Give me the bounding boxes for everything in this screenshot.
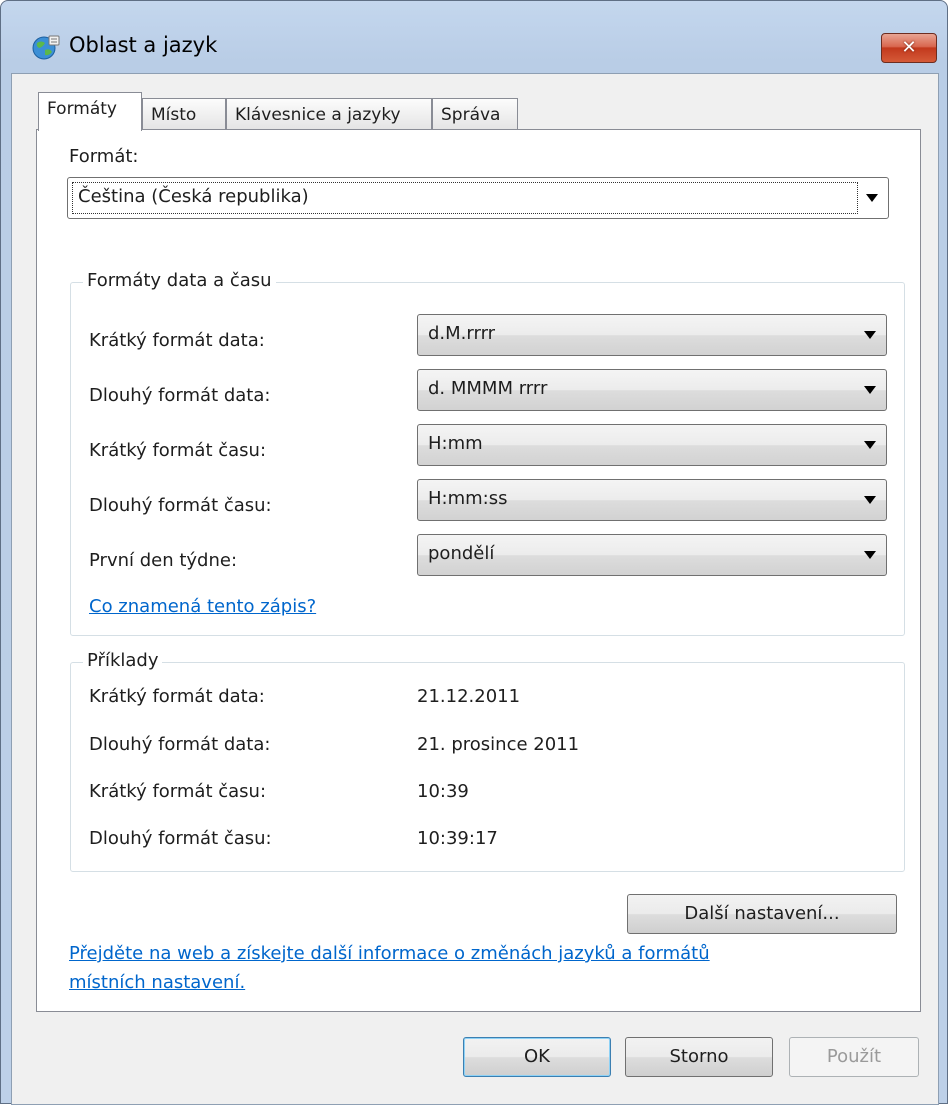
- more-settings-button[interactable]: Další nastavení...: [627, 894, 897, 934]
- web-info-link[interactable]: Přejděte na web a získejte další informa…: [69, 943, 710, 964]
- tab-location[interactable]: Místo: [142, 98, 226, 130]
- long-date-value: d. MMMM rrrr: [428, 378, 548, 399]
- long-time-label: Dlouhý formát času:: [89, 495, 272, 516]
- long-date-label: Dlouhý formát data:: [89, 385, 271, 406]
- short-time-value: H:mm: [428, 433, 483, 454]
- group-title: Formáty data a času: [83, 270, 276, 291]
- chevron-down-icon: [864, 496, 876, 504]
- apply-button[interactable]: Použít: [789, 1037, 919, 1077]
- long-time-select[interactable]: H:mm:ss: [417, 479, 887, 521]
- example-label: Krátký formát data:: [89, 686, 265, 707]
- example-value: 10:39: [417, 781, 469, 802]
- chevron-down-icon: [866, 194, 878, 202]
- dialog-client-area: Formáty Místo Klávesnice a jazyky Správa…: [11, 73, 939, 1105]
- chevron-down-icon: [864, 331, 876, 339]
- long-date-select[interactable]: d. MMMM rrrr: [417, 369, 887, 411]
- tab-label: Správa: [441, 105, 501, 125]
- dialog-window: Oblast a jazyk ✕ Formáty Místo Klávesnic…: [0, 0, 948, 1105]
- example-value: 21. prosince 2011: [417, 734, 580, 755]
- tab-panel-formats: Formát: Čeština (Česká republika) Formát…: [36, 129, 921, 1012]
- close-button[interactable]: ✕: [881, 33, 937, 63]
- format-select-value: Čeština (Česká republika): [78, 186, 309, 207]
- tab-administrative[interactable]: Správa: [432, 98, 518, 130]
- first-day-label: První den týdne:: [89, 550, 238, 571]
- short-time-select[interactable]: H:mm: [417, 424, 887, 466]
- date-time-formats-group: Formáty data a času Krátký formát data: …: [70, 270, 905, 636]
- globe-icon: [32, 35, 60, 60]
- chevron-down-icon: [864, 551, 876, 559]
- close-icon: ✕: [901, 37, 917, 58]
- examples-group: Příklady Krátký formát data: 21.12.2011 …: [70, 650, 905, 872]
- tab-label: Formáty: [47, 99, 117, 119]
- example-label: Krátký formát času:: [89, 781, 267, 802]
- short-date-label: Krátký formát data:: [89, 330, 265, 351]
- first-day-value: pondělí: [428, 543, 495, 564]
- button-label: Další nastavení...: [684, 903, 840, 924]
- button-label: Použít: [826, 1046, 882, 1067]
- short-date-value: d.M.rrrr: [428, 323, 496, 344]
- tab-keyboards[interactable]: Klávesnice a jazyky: [226, 98, 432, 130]
- window-title: Oblast a jazyk: [69, 33, 218, 57]
- example-value: 21.12.2011: [417, 686, 521, 707]
- example-label: Dlouhý formát data:: [89, 734, 271, 755]
- chevron-down-icon: [864, 386, 876, 394]
- long-time-value: H:mm:ss: [428, 488, 508, 509]
- button-label: OK: [524, 1046, 550, 1067]
- format-select[interactable]: Čeština (Česká republika): [67, 177, 889, 219]
- format-help-link[interactable]: Co znamená tento zápis?: [89, 596, 316, 617]
- first-day-select[interactable]: pondělí: [417, 534, 887, 576]
- short-date-select[interactable]: d.M.rrrr: [417, 314, 887, 356]
- tab-label: Klávesnice a jazyky: [235, 105, 401, 125]
- group-title: Příklady: [83, 650, 163, 671]
- chevron-down-icon: [864, 441, 876, 449]
- tab-formats[interactable]: Formáty: [38, 92, 142, 131]
- tab-label: Místo: [151, 105, 197, 125]
- example-label: Dlouhý formát času:: [89, 828, 272, 849]
- cancel-button[interactable]: Storno: [625, 1037, 773, 1077]
- ok-button[interactable]: OK: [463, 1037, 611, 1077]
- example-value: 10:39:17: [417, 828, 498, 849]
- button-label: Storno: [669, 1046, 729, 1067]
- short-time-label: Krátký formát času:: [89, 440, 267, 461]
- format-label: Formát:: [69, 146, 139, 167]
- web-info-link-cont[interactable]: místních nastavení.: [69, 972, 245, 993]
